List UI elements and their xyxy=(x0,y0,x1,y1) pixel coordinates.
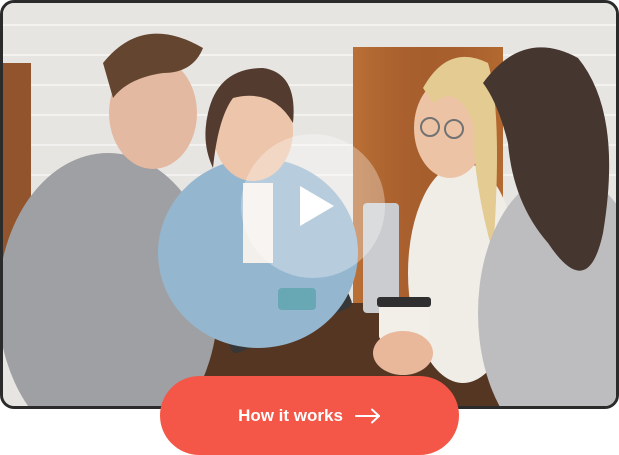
how-it-works-button[interactable]: How it works xyxy=(160,376,459,455)
how-it-works-section: How it works xyxy=(0,0,619,455)
play-button[interactable] xyxy=(241,134,385,278)
how-it-works-label: How it works xyxy=(238,405,343,425)
arrow-right-icon xyxy=(354,408,381,424)
play-icon xyxy=(300,186,334,226)
video-thumbnail[interactable] xyxy=(0,0,619,409)
